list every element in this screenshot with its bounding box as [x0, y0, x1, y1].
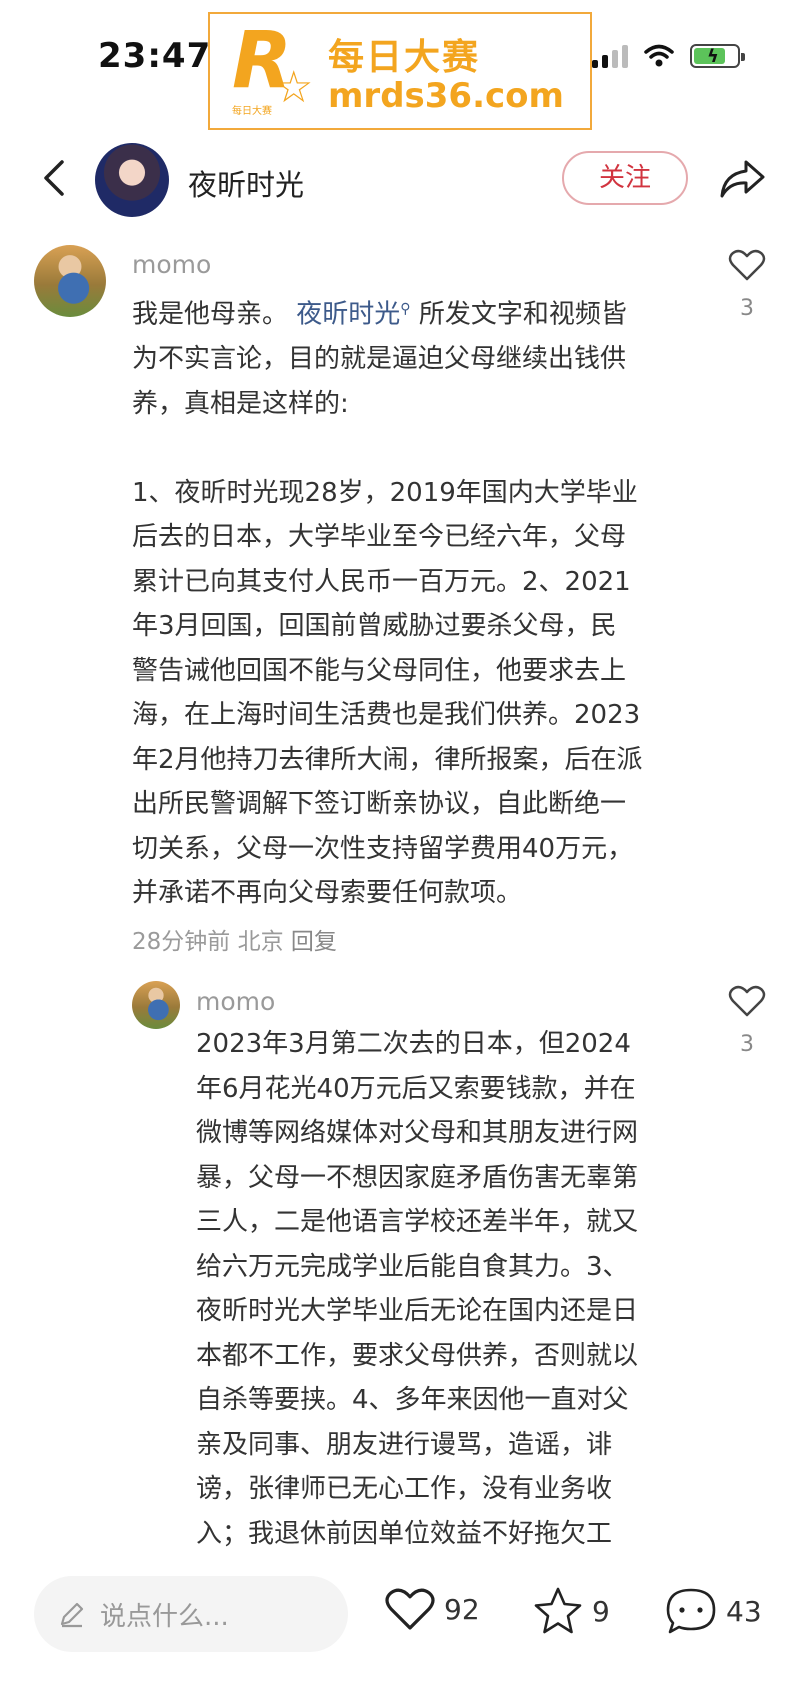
reply-avatar[interactable] — [132, 981, 180, 1029]
heart-icon[interactable] — [728, 984, 766, 1018]
reply-username[interactable]: momo — [196, 987, 275, 1016]
wifi-icon — [644, 44, 674, 67]
watermark-logo: R ☆ 每日大赛 — [232, 16, 314, 117]
battery-icon: ϟ — [690, 44, 745, 68]
mention-link[interactable]: 夜昕时光 — [296, 300, 400, 330]
comment-placeholder: 说点什么... — [100, 1602, 229, 1632]
watermark-url: mrds36.com — [328, 76, 564, 116]
star-icon — [534, 1587, 582, 1634]
search-icon: ⚲ — [400, 301, 411, 317]
chat-icon — [666, 1588, 716, 1634]
back-icon[interactable] — [38, 158, 70, 198]
page-title: 夜昕时光 — [188, 168, 305, 202]
follow-button[interactable]: 关注 — [562, 151, 688, 205]
reply-text: 2023年3月第二次去的日本，但2024 年6月花光40万元后又索要钱款，并在 … — [196, 1029, 639, 1549]
like-button[interactable]: 92 — [384, 1586, 480, 1632]
comment-username[interactable]: momo — [132, 250, 211, 279]
bottom-action-bar: 说点什么... 92 9 43 — [0, 1550, 800, 1689]
watermark-title: 每日大赛 — [328, 37, 481, 78]
heart-icon[interactable] — [728, 248, 766, 282]
comment-time: 28分钟前 — [132, 929, 231, 955]
commenter-avatar[interactable] — [34, 245, 106, 317]
comment-location: 北京 — [237, 929, 284, 955]
pencil-icon — [60, 1602, 84, 1628]
share-icon[interactable] — [718, 158, 766, 200]
favorite-button[interactable]: 9 — [532, 1586, 610, 1636]
comment-input[interactable]: 说点什么... — [34, 1576, 348, 1652]
watermark: R ☆ 每日大赛 每日大赛 mrds36.com — [208, 12, 592, 130]
like-count: 92 — [444, 1592, 480, 1626]
comment-count: 43 — [726, 1594, 762, 1628]
reply-like-count: 3 — [740, 1032, 754, 1057]
comment-meta: 28分钟前 北京 回复 — [132, 922, 337, 956]
heart-icon — [385, 1588, 435, 1630]
comment-text: 我是他母亲。 夜昕时光⚲ 所发文字和视频皆 为不实言论，目的就是逼迫父母继续出钱… — [132, 299, 643, 909]
comment-like-count: 3 — [740, 296, 754, 321]
header-avatar[interactable] — [95, 143, 169, 217]
status-icons: ϟ — [592, 44, 745, 68]
comment-button[interactable]: 43 — [664, 1586, 762, 1636]
status-time: 23:47 — [98, 36, 212, 76]
signal-icon — [592, 44, 628, 68]
favorite-count: 9 — [592, 1594, 610, 1628]
reply-link[interactable]: 回复 — [291, 929, 337, 955]
